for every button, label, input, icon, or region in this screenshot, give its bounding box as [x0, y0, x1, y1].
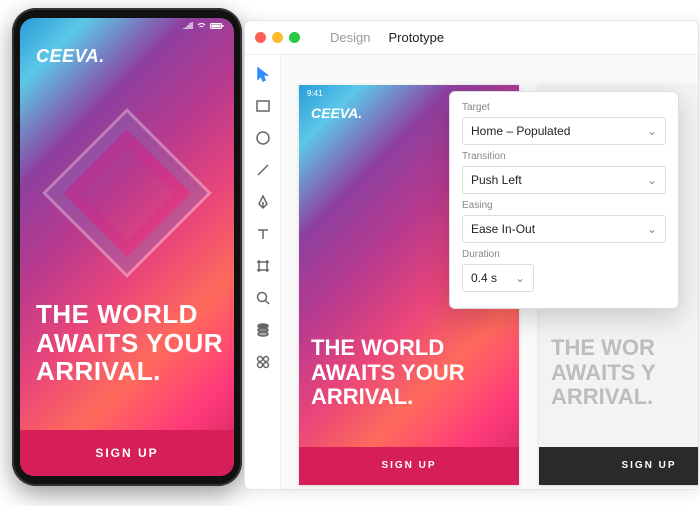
transition-select[interactable]: Push Left ⌄ — [462, 166, 666, 194]
headline-line: AWAITS YOUR — [311, 361, 465, 385]
duration-value: 0.4 s — [471, 271, 497, 285]
chevron-down-icon: ⌄ — [515, 271, 525, 285]
device-screen: CEEVA THE WORLD AWAITS YOUR ARRIVAL. SIG… — [20, 18, 234, 476]
transition-label: Transition — [462, 151, 666, 162]
components-icon[interactable] — [254, 353, 272, 371]
zoom-tool[interactable] — [254, 289, 272, 307]
canvas[interactable]: 9:41 CEEVA THE WORLD AWAITS YOUR ARRIVAL… — [281, 55, 698, 489]
device-phone: CEEVA THE WORLD AWAITS YOUR ARRIVAL. SIG… — [12, 8, 242, 486]
text-tool[interactable] — [254, 225, 272, 243]
artboard-tool[interactable] — [254, 257, 272, 275]
tab-prototype[interactable]: Prototype — [388, 24, 444, 51]
brand-logo: CEEVA — [36, 46, 105, 67]
chevron-down-icon: ⌄ — [647, 173, 657, 187]
status-bar — [183, 22, 224, 30]
headline-line: AWAITS YOUR — [36, 329, 223, 358]
ellipse-tool[interactable] — [254, 129, 272, 147]
signup-button[interactable]: SIGN UP — [299, 447, 519, 485]
layers-icon[interactable] — [254, 321, 272, 339]
select-tool[interactable] — [254, 65, 272, 83]
easing-select[interactable]: Ease In-Out ⌄ — [462, 215, 666, 243]
rectangle-tool[interactable] — [254, 97, 272, 115]
window-controls[interactable] — [255, 32, 300, 43]
easing-value: Ease In-Out — [471, 222, 535, 236]
left-toolbar — [245, 55, 281, 489]
target-label: Target — [462, 102, 666, 113]
headline: THE WORLD AWAITS YOUR ARRIVAL. — [36, 300, 223, 386]
tab-design[interactable]: Design — [330, 24, 370, 51]
battery-icon — [210, 22, 224, 30]
signal-icon — [183, 22, 193, 30]
interaction-popover: Target Home – Populated ⌄ Transition Pus… — [449, 91, 679, 309]
headline-line: ARRIVAL. — [551, 385, 656, 409]
headline: THE WORLD AWAITS YOUR ARRIVAL. — [311, 336, 465, 409]
headline-line: THE WOR — [551, 336, 656, 360]
headline-line: THE WORLD — [311, 336, 465, 360]
duration-label: Duration — [462, 249, 666, 260]
headline-line: AWAITS Y — [551, 361, 656, 385]
mode-tabs: Design Prototype — [330, 24, 444, 51]
headline-line: THE WORLD — [36, 300, 223, 329]
minimize-icon[interactable] — [272, 32, 283, 43]
line-tool[interactable] — [254, 161, 272, 179]
design-app-window: Design Prototype — [244, 20, 699, 490]
titlebar: Design Prototype — [245, 21, 698, 55]
brand-logo: CEEVA — [311, 105, 362, 121]
signup-button[interactable]: SIGN UP — [539, 447, 698, 485]
headline-line: ARRIVAL. — [311, 385, 465, 409]
chevron-down-icon: ⌄ — [647, 124, 657, 138]
pen-tool[interactable] — [254, 193, 272, 211]
chevron-down-icon: ⌄ — [647, 222, 657, 236]
wifi-icon — [197, 22, 206, 30]
status-time: 9:41 — [307, 89, 323, 98]
close-icon[interactable] — [255, 32, 266, 43]
maximize-icon[interactable] — [289, 32, 300, 43]
target-select[interactable]: Home – Populated ⌄ — [462, 117, 666, 145]
headline: THE WOR AWAITS Y ARRIVAL. — [551, 336, 656, 409]
signup-button[interactable]: SIGN UP — [20, 430, 234, 476]
easing-label: Easing — [462, 200, 666, 211]
headline-line: ARRIVAL. — [36, 357, 223, 386]
hero-graphic — [42, 108, 212, 278]
target-value: Home – Populated — [471, 124, 570, 138]
transition-value: Push Left — [471, 173, 522, 187]
duration-select[interactable]: 0.4 s ⌄ — [462, 264, 534, 292]
